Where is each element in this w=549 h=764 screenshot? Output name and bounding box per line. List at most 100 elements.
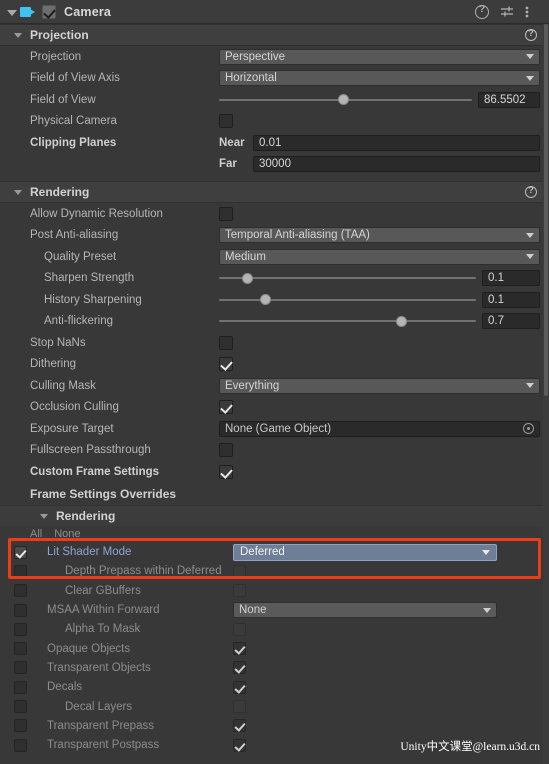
exposure-target-object-field[interactable]: None (Game Object) — [219, 420, 540, 437]
frame-setting-dropdown-value: Deferred — [240, 546, 285, 559]
component-foldout-arrow-icon[interactable] — [6, 6, 18, 18]
row-clipping-planes-far: Far 30000 — [0, 154, 549, 176]
frame-setting-control — [233, 700, 549, 714]
help-icon[interactable] — [525, 28, 537, 41]
frame-setting-control — [233, 680, 549, 694]
component-header[interactable]: Camera — [0, 0, 549, 24]
slider-knob[interactable] — [242, 272, 254, 284]
object-picker-icon[interactable] — [523, 423, 534, 435]
component-enabled-checkbox[interactable] — [42, 4, 56, 19]
near-plane-field[interactable]: 0.01 — [253, 134, 540, 151]
help-icon[interactable] — [525, 185, 537, 198]
row-stop-nans: Stop NaNs — [0, 332, 549, 354]
row-label: Dithering — [30, 358, 77, 371]
sharpen-strength-field[interactable]: 0.1 — [482, 270, 540, 287]
all-button[interactable]: All — [30, 528, 42, 540]
chevron-down-icon — [483, 607, 491, 613]
frame-setting-control: None — [233, 602, 549, 619]
frame-setting-dropdown[interactable]: None — [233, 602, 497, 619]
dithering-checkbox[interactable] — [219, 357, 233, 372]
frame-settings-list: Lit Shader Mode Deferred Depth Prepass wit… — [0, 543, 549, 755]
chevron-down-icon[interactable] — [14, 187, 24, 197]
frame-setting-value-checkbox[interactable] — [233, 700, 246, 714]
stop-nans-checkbox[interactable] — [219, 335, 233, 350]
frame-setting-control: Deferred — [233, 543, 549, 561]
override-checkbox[interactable] — [14, 545, 27, 559]
row-label: Custom Frame Settings — [30, 465, 160, 478]
row-occlusion-culling: Occlusion Culling — [0, 397, 549, 419]
row-culling-mask: Culling Mask Everything — [0, 375, 549, 397]
frame-setting-value-checkbox[interactable] — [233, 680, 246, 694]
override-checkbox[interactable] — [14, 642, 27, 656]
preset-icon[interactable] — [500, 5, 514, 19]
allow-dynamic-resolution-checkbox[interactable] — [219, 206, 233, 221]
frame-setting-label: Transparent Postpass — [47, 739, 160, 752]
culling-mask-dropdown[interactable]: Everything — [219, 377, 540, 394]
fullscreen-passthrough-checkbox[interactable] — [219, 443, 233, 458]
vertical-scrollbar[interactable] — [543, 24, 549, 764]
occlusion-culling-checkbox[interactable] — [219, 400, 233, 415]
frame-setting-dropdown[interactable]: Deferred — [233, 543, 497, 561]
physical-camera-checkbox[interactable] — [219, 114, 233, 129]
section-rendering[interactable]: Rendering — [0, 181, 549, 203]
row-sharpen-strength: Sharpen Strength 0.1 — [0, 268, 549, 290]
fov-axis-dropdown[interactable]: Horizontal — [219, 70, 540, 87]
override-checkbox[interactable] — [14, 584, 27, 598]
post-anti-aliasing-dropdown[interactable]: Temporal Anti-aliasing (TAA) — [219, 227, 540, 244]
chevron-down-icon[interactable] — [40, 511, 50, 521]
override-checkbox[interactable] — [14, 700, 27, 714]
projection-dropdown[interactable]: Perspective — [219, 48, 540, 65]
row-history-sharpening: History Sharpening 0.1 — [0, 289, 549, 311]
override-checkbox[interactable] — [14, 622, 27, 636]
frame-setting-value-checkbox[interactable] — [233, 584, 246, 598]
fov-value-field[interactable]: 86.5502 — [478, 91, 540, 108]
slider-knob[interactable] — [337, 94, 349, 106]
sharpen-strength-slider[interactable] — [219, 270, 476, 286]
none-button[interactable]: None — [54, 528, 80, 540]
frame-settings-rendering-subsection[interactable]: Rendering — [0, 504, 549, 526]
history-sharpening-field[interactable]: 0.1 — [482, 291, 540, 308]
slider-knob[interactable] — [396, 315, 408, 327]
override-checkbox[interactable] — [14, 719, 27, 733]
chevron-down-icon[interactable] — [14, 30, 24, 40]
more-menu-icon[interactable] — [525, 5, 539, 19]
frame-setting-value-checkbox[interactable] — [233, 719, 246, 733]
far-plane-field[interactable]: 30000 — [253, 156, 540, 173]
fov-slider[interactable] — [219, 92, 472, 108]
row-projection: Projection Perspective — [0, 46, 549, 68]
override-checkbox[interactable] — [14, 564, 27, 578]
section-projection[interactable]: Projection — [0, 24, 549, 46]
override-checkbox[interactable] — [14, 738, 27, 752]
frame-setting-row: Transparent Prepass — [0, 716, 549, 735]
frame-setting-row: Alpha To Mask — [0, 620, 549, 639]
help-icon[interactable] — [475, 4, 489, 19]
slider-knob[interactable] — [260, 294, 272, 306]
row-label: Sharpen Strength — [44, 272, 135, 285]
frame-setting-row: Opaque Objects — [0, 639, 549, 658]
frame-setting-control — [233, 584, 549, 598]
frame-setting-value-checkbox[interactable] — [233, 564, 246, 578]
history-sharpening-slider[interactable] — [219, 292, 476, 308]
override-checkbox[interactable] — [14, 680, 27, 694]
slider-track — [219, 298, 476, 301]
anti-flickering-field[interactable]: 0.7 — [482, 313, 540, 330]
near-plane-value: 0.01 — [259, 136, 282, 149]
frame-setting-label: Opaque Objects — [47, 642, 131, 655]
frame-setting-row: Depth Prepass within Deferred — [0, 562, 549, 581]
row-label: Quality Preset — [44, 250, 117, 263]
custom-frame-settings-checkbox[interactable] — [219, 464, 233, 479]
override-checkbox[interactable] — [14, 603, 27, 617]
slider-track — [219, 320, 476, 323]
frame-setting-value-checkbox[interactable] — [233, 738, 246, 752]
override-checkbox[interactable] — [14, 661, 27, 675]
anti-flickering-slider[interactable] — [219, 313, 476, 329]
subsection-title: Rendering — [56, 508, 116, 523]
frame-setting-value-checkbox[interactable] — [233, 642, 246, 656]
frame-setting-value-checkbox[interactable] — [233, 661, 246, 675]
row-label: Stop NaNs — [30, 336, 86, 349]
row-label: Field of View Axis — [30, 72, 120, 85]
quality-preset-dropdown[interactable]: Medium — [219, 248, 540, 265]
scrollbar-thumb[interactable] — [544, 24, 548, 396]
frame-setting-value-checkbox[interactable] — [233, 622, 246, 636]
sharpen-strength-value: 0.1 — [488, 272, 504, 285]
